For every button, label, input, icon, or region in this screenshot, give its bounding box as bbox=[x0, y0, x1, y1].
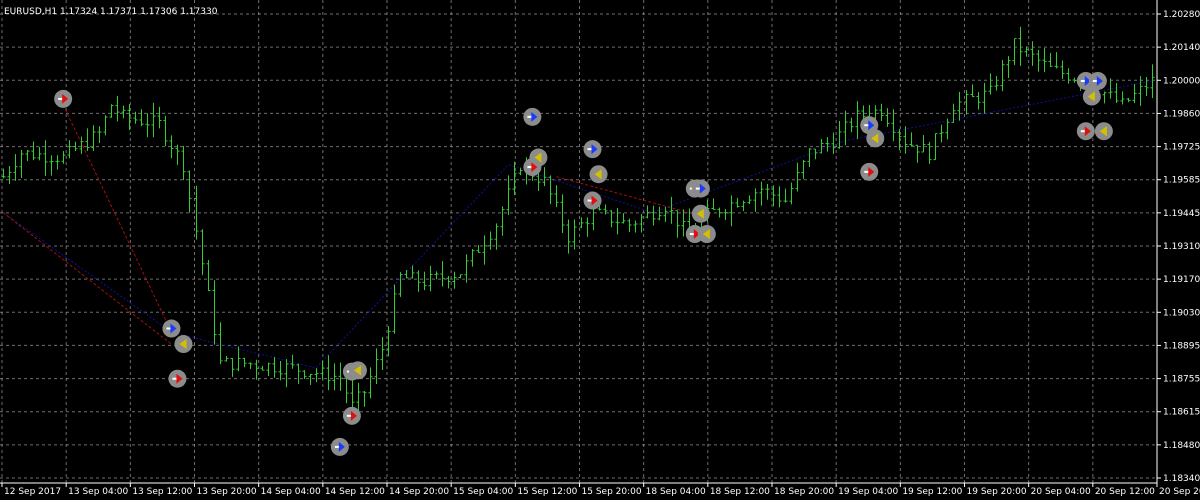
time-tick-label: 20 Sep 04:00 bbox=[1031, 487, 1091, 497]
trade-marker-buy[interactable] bbox=[523, 107, 542, 126]
trade-marker-buy[interactable] bbox=[691, 179, 710, 198]
price-tick-label: 1.18615 bbox=[1163, 408, 1200, 418]
time-tick-label: 19 Sep 12:00 bbox=[902, 487, 962, 497]
time-tick-label: 20 Sep 20:00 bbox=[1159, 487, 1200, 497]
trade-marker-buy[interactable] bbox=[583, 140, 602, 159]
time-tick-label: 18 Sep 12:00 bbox=[710, 487, 770, 497]
trade-marker-close[interactable] bbox=[697, 225, 716, 244]
price-tick-label: 1.18895 bbox=[1163, 341, 1200, 351]
price-tick-label: 1.19725 bbox=[1163, 143, 1200, 153]
time-tick-label: 14 Sep 12:00 bbox=[325, 487, 385, 497]
time-tick-label: 19 Sep 20:00 bbox=[967, 487, 1027, 497]
price-chart[interactable]: 1.20280 1.20140 1.20000 1.19860 1.19725 1.195… bbox=[0, 0, 1200, 500]
trade-marker-sell[interactable] bbox=[168, 369, 187, 388]
time-tick-label: 19 Sep 04:00 bbox=[838, 487, 898, 497]
price-tick-label: 1.19310 bbox=[1163, 242, 1200, 252]
time-tick-label: 14 Sep 04:00 bbox=[261, 487, 321, 497]
trade-marker-close[interactable] bbox=[348, 361, 367, 380]
price-tick-label: 1.18755 bbox=[1163, 375, 1200, 385]
trade-marker-sell[interactable] bbox=[342, 406, 361, 425]
time-tick-label: 13 Sep 20:00 bbox=[197, 487, 257, 497]
trade-marker-sell[interactable] bbox=[583, 191, 602, 210]
price-tick-label: 1.20280 bbox=[1163, 10, 1200, 20]
price-tick-label: 1.19585 bbox=[1163, 176, 1200, 186]
trade-marker-close[interactable] bbox=[1094, 122, 1113, 141]
price-tick-label: 1.18480 bbox=[1163, 441, 1200, 451]
trade-marker-buy[interactable] bbox=[330, 437, 349, 456]
trade-marker-sell[interactable] bbox=[860, 162, 879, 181]
price-axis-labels: 1.20280 1.20140 1.20000 1.19860 1.19725 1.195… bbox=[1157, 10, 1200, 484]
price-tick-label: 1.20000 bbox=[1163, 76, 1200, 86]
chart-background bbox=[0, 0, 1200, 500]
time-tick-label: 15 Sep 04:00 bbox=[453, 487, 513, 497]
trade-marker-close[interactable] bbox=[174, 335, 193, 354]
time-tick-label: 13 Sep 12:00 bbox=[132, 487, 192, 497]
time-tick-label: 14 Sep 20:00 bbox=[389, 487, 449, 497]
time-tick-label: 12 Sep 2017 bbox=[4, 487, 61, 497]
price-tick-label: 1.19860 bbox=[1163, 109, 1200, 119]
time-tick-label: 18 Sep 20:00 bbox=[774, 487, 834, 497]
price-tick-label: 1.20140 bbox=[1163, 43, 1200, 53]
trade-marker-sell[interactable] bbox=[523, 158, 542, 177]
price-tick-label: 1.18340 bbox=[1163, 474, 1200, 484]
time-tick-label: 15 Sep 12:00 bbox=[517, 487, 577, 497]
trade-marker-close[interactable] bbox=[589, 165, 608, 184]
time-tick-label: 18 Sep 04:00 bbox=[646, 487, 706, 497]
trade-marker-close[interactable] bbox=[1082, 87, 1101, 106]
time-tick-label: 15 Sep 20:00 bbox=[582, 487, 642, 497]
trade-marker-sell[interactable] bbox=[54, 89, 73, 108]
time-tick-label: 20 Sep 12:00 bbox=[1095, 487, 1155, 497]
trade-marker-sell[interactable] bbox=[1076, 122, 1095, 141]
time-tick-label: 13 Sep 04:00 bbox=[68, 487, 128, 497]
chart-canvas[interactable]: 1.20280 1.20140 1.20000 1.19860 1.19725 1.195… bbox=[0, 0, 1200, 500]
price-tick-label: 1.19445 bbox=[1163, 209, 1200, 219]
trade-marker-buy[interactable] bbox=[1088, 71, 1107, 90]
trade-marker-buy[interactable] bbox=[162, 319, 181, 338]
price-tick-label: 1.19170 bbox=[1163, 275, 1200, 285]
price-tick-label: 1.19030 bbox=[1163, 308, 1200, 318]
chart-title: EURUSD,H1 1.17324 1.17371 1.17306 1.1733… bbox=[4, 7, 218, 17]
trade-marker-close[interactable] bbox=[866, 129, 885, 148]
trade-marker-close[interactable] bbox=[691, 204, 710, 223]
